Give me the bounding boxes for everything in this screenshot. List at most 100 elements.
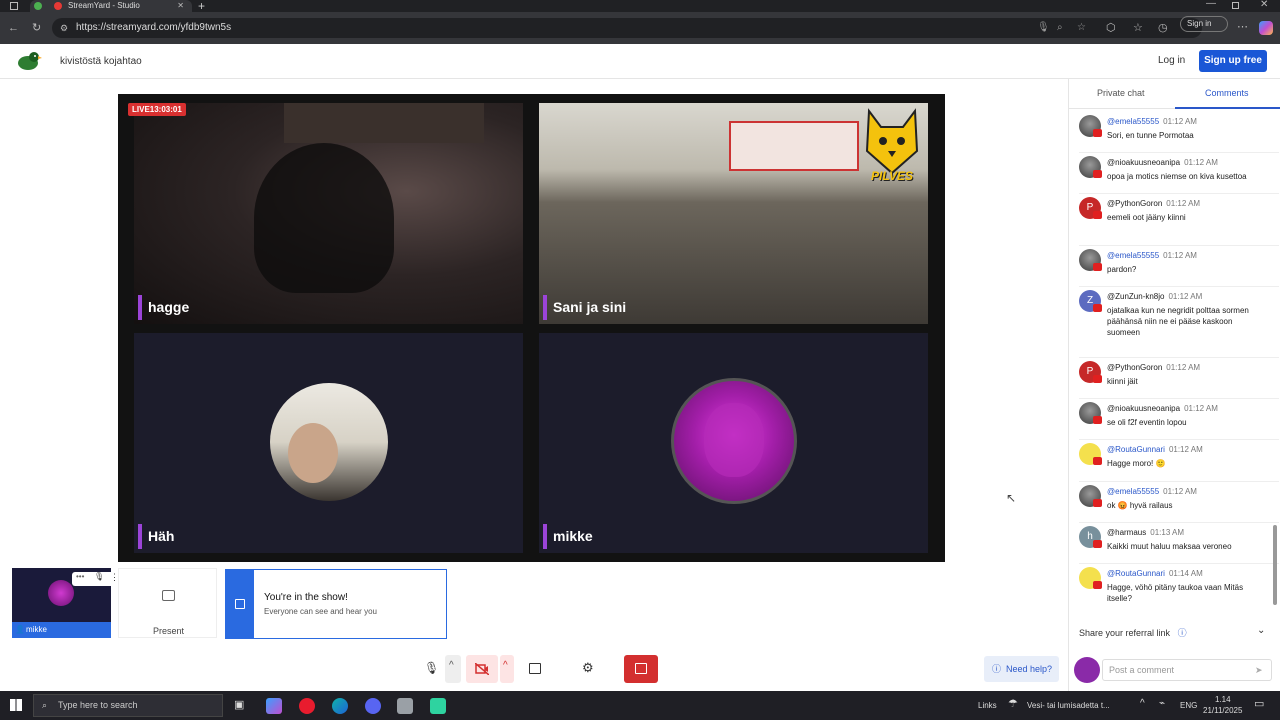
- login-link[interactable]: Log in: [1158, 55, 1185, 66]
- youtube-icon: [1093, 457, 1102, 465]
- maximize-icon[interactable]: [1232, 2, 1239, 9]
- recording-icon: [54, 2, 62, 10]
- comment-divider: [1079, 398, 1279, 399]
- discord-icon[interactable]: [365, 698, 381, 714]
- more-dots-icon[interactable]: •••: [76, 572, 84, 581]
- window-icon[interactable]: [10, 2, 18, 10]
- favorites-icon[interactable]: ☆: [1133, 22, 1143, 34]
- participant-avatar: [671, 378, 797, 504]
- referral-link[interactable]: Share your referral link ⓘ: [1079, 626, 1187, 639]
- back-icon[interactable]: ←: [8, 22, 19, 34]
- links-toolbar[interactable]: Links: [978, 701, 997, 710]
- streamyard-app-icon[interactable]: [430, 698, 446, 714]
- share-screen-button[interactable]: [522, 655, 548, 683]
- url-field[interactable]: ⚙ https://streamyard.com/yfdb9twn5s 🎙 ⌕ …: [52, 18, 1202, 38]
- post-comment-input[interactable]: Post a comment ➤: [1102, 659, 1272, 681]
- chevron-down-icon[interactable]: ⌄: [1257, 625, 1265, 636]
- comment-username: @RoutaGunnari: [1107, 569, 1165, 578]
- comment-time: 01:12 AM: [1168, 445, 1203, 454]
- copilot-app-icon[interactable]: [266, 698, 282, 714]
- portrait-icon: [235, 599, 245, 609]
- participant-avatar: [270, 383, 388, 501]
- extensions-icon[interactable]: ⬡: [1106, 22, 1116, 34]
- notification-subtitle: Everyone can see and hear you: [264, 607, 377, 616]
- minimize-icon[interactable]: —: [1206, 0, 1216, 9]
- signup-button[interactable]: Sign up free: [1199, 50, 1267, 72]
- need-help-button[interactable]: ⓘ Need help?: [984, 656, 1059, 682]
- notification-icon[interactable]: ▭: [1254, 697, 1264, 710]
- comment-author: @emela55555 01:12 AM: [1107, 117, 1197, 126]
- more-icon[interactable]: ⋯: [1237, 21, 1248, 33]
- windows-start-icon[interactable]: [10, 699, 22, 711]
- clock-date[interactable]: 21/11/2025: [1203, 706, 1242, 715]
- weather-icon: ☂: [1008, 698, 1018, 710]
- window-close-icon[interactable]: ✕: [1260, 0, 1268, 10]
- mic-icon[interactable]: 🎙: [1037, 18, 1050, 38]
- mic-button[interactable]: 🎙: [416, 655, 442, 683]
- youtube-icon: [1093, 581, 1102, 589]
- comment-time: 01:12 AM: [1163, 487, 1197, 496]
- self-view-tile[interactable]: ••• 🎙 ⋮ 👤 mikke: [12, 568, 120, 638]
- reload-icon[interactable]: ↻: [32, 22, 41, 34]
- network-icon[interactable]: ⌁: [1159, 698, 1165, 709]
- comment-username: @harmaus: [1107, 528, 1147, 537]
- comment-divider: [1079, 193, 1279, 194]
- streamyard-logo-icon[interactable]: [16, 51, 42, 71]
- taskbar-search[interactable]: ⌕ Type here to search: [33, 694, 223, 717]
- chevron-up-icon[interactable]: ^: [1140, 698, 1145, 709]
- app-header: kivistöstä kojahtao Log in Sign up free: [0, 44, 1280, 79]
- present-button[interactable]: Present: [118, 568, 217, 638]
- bookmark-star-icon[interactable]: ☆: [1077, 18, 1086, 38]
- comment-username: @nioakuusneoanipa: [1107, 158, 1181, 167]
- browser-tab[interactable]: StreamYard - Studio ✕: [30, 0, 192, 12]
- notification-accent: [226, 570, 254, 638]
- mic-options-button[interactable]: ^: [445, 655, 461, 683]
- settings-button[interactable]: ⚙: [575, 655, 601, 683]
- camera-off-icon: [475, 663, 489, 675]
- tab-private-chat[interactable]: Private chat: [1097, 88, 1145, 98]
- camera-options-button[interactable]: ^: [500, 655, 514, 683]
- leave-studio-button[interactable]: [624, 655, 658, 683]
- info-icon: ⓘ: [1177, 628, 1187, 638]
- comment-time: 01:12 AM: [1163, 251, 1197, 260]
- opera-icon[interactable]: [299, 698, 315, 714]
- browser-signin-button[interactable]: Sign in: [1180, 16, 1228, 32]
- comment-time: 01:12 AM: [1184, 404, 1218, 413]
- avatar-face: [704, 403, 764, 477]
- mouse-cursor-icon: ↖: [1006, 491, 1017, 505]
- language-indicator[interactable]: ENG: [1180, 701, 1197, 710]
- scrollbar[interactable]: [1273, 525, 1277, 605]
- participant-tile-sani-ja-sini[interactable]: PILVES Sani ja sini: [539, 103, 928, 324]
- history-icon[interactable]: ◷: [1158, 22, 1168, 34]
- tab-close-icon[interactable]: ✕: [177, 0, 184, 12]
- zoom-icon[interactable]: ⌕: [1057, 18, 1063, 38]
- broadcast-title: kivistöstä kojahtao: [60, 56, 142, 67]
- video-feed: [254, 143, 394, 293]
- comment-divider: [1079, 481, 1279, 482]
- gear-icon: ⚙: [582, 660, 594, 675]
- mic-icon[interactable]: 🎙: [94, 572, 104, 581]
- tab-comments[interactable]: Comments: [1205, 88, 1249, 98]
- participant-tile-mikke[interactable]: mikke: [539, 333, 928, 553]
- task-view-icon[interactable]: ▣: [234, 698, 244, 711]
- send-icon[interactable]: ➤: [1255, 660, 1263, 680]
- comment-text: opoa ja motics niemse on kiva kusettoa: [1107, 172, 1247, 181]
- youtube-icon: [1093, 129, 1102, 137]
- camera-button[interactable]: [466, 655, 498, 683]
- participant-tile-hah[interactable]: Häh: [134, 333, 523, 553]
- app-icon[interactable]: [397, 698, 413, 714]
- participant-tile-hagge[interactable]: hagge: [134, 103, 523, 324]
- comment-author: @RoutaGunnari 01:14 AM: [1107, 569, 1203, 578]
- comment-username: @PythonGoron: [1107, 199, 1163, 208]
- edge-icon[interactable]: [332, 698, 348, 714]
- site-info-icon[interactable]: ⚙: [60, 18, 68, 38]
- comment-author: @RoutaGunnari 01:12 AM: [1107, 445, 1203, 454]
- browser-tab-bar: StreamYard - Studio ✕ + — ✕: [0, 0, 1280, 13]
- tab-favicon-icon: [34, 2, 42, 10]
- chat-sidebar: Private chat Comments @emela55555 01:12 A…: [1068, 79, 1280, 691]
- exit-icon: [635, 663, 647, 674]
- copilot-icon[interactable]: [1259, 21, 1273, 35]
- weather-text[interactable]: Vesi- tai lumisadetta t...: [1027, 701, 1110, 710]
- youtube-icon: [1093, 540, 1102, 548]
- clock-time[interactable]: 1.14: [1215, 695, 1231, 704]
